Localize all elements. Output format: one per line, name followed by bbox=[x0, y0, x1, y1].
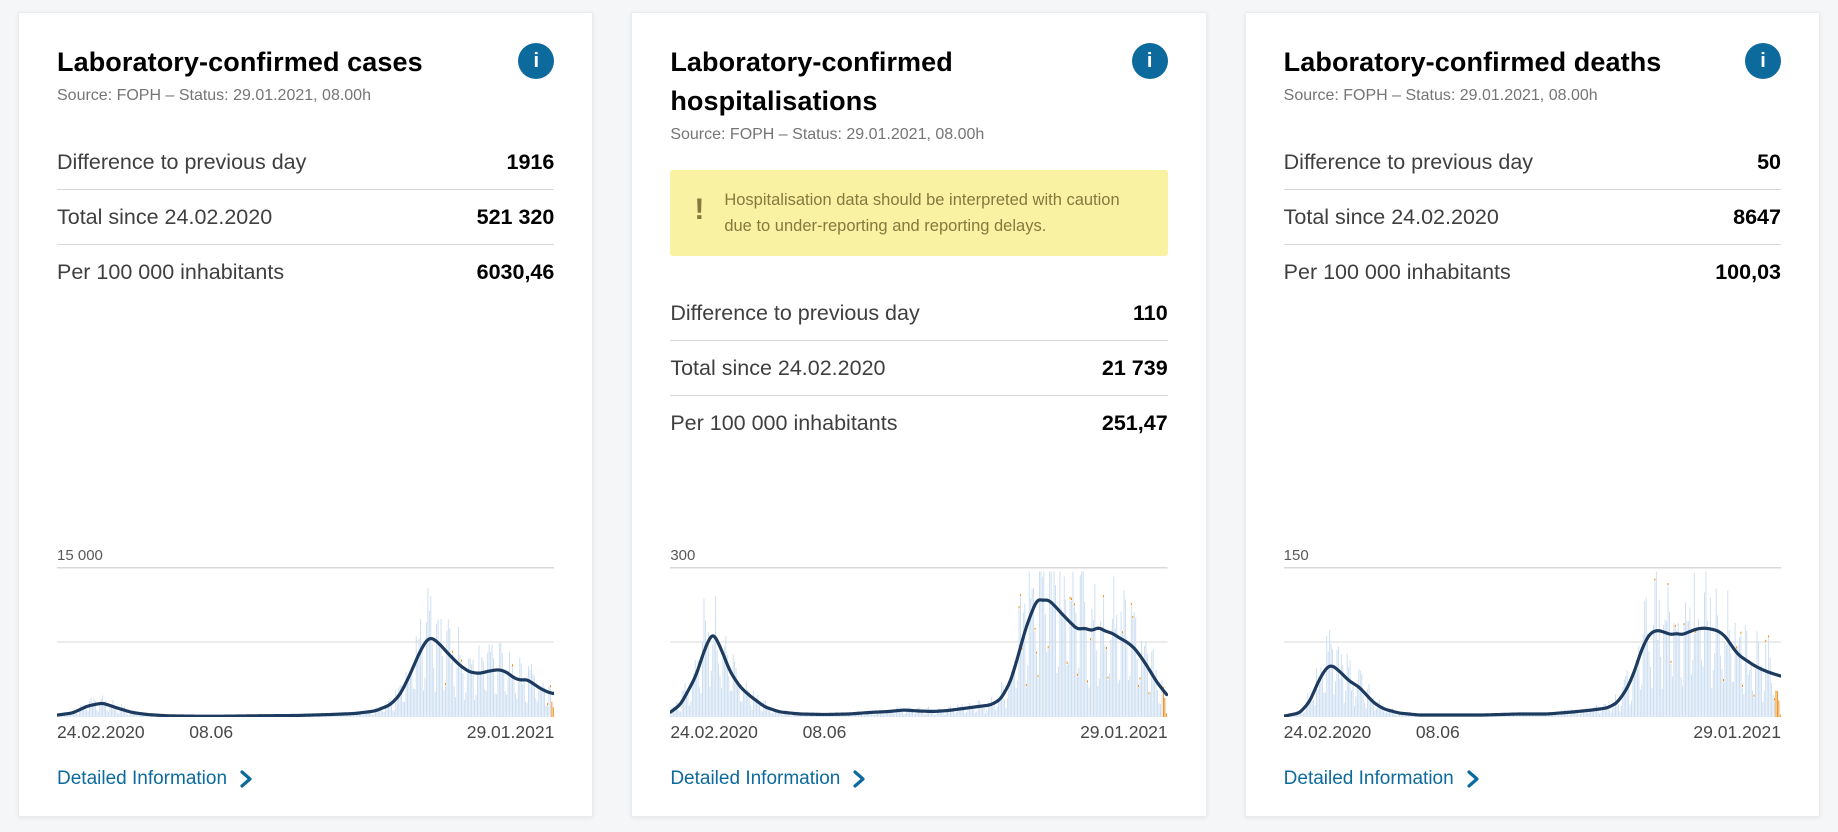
epi-curve-chart: 15 000 24.02.2020 08.06 29.01.2021 bbox=[57, 547, 554, 746]
table-row: Total since 24.02.2020 8647 bbox=[1284, 189, 1781, 244]
table-row: Total since 24.02.2020 521 320 bbox=[57, 189, 554, 244]
table-row: Total since 24.02.2020 21 739 bbox=[670, 340, 1167, 395]
x-tick-end: 29.01.2021 bbox=[1080, 722, 1168, 743]
card-header: Laboratory-confirmed cases i bbox=[57, 43, 554, 82]
info-icon-glyph: i bbox=[534, 50, 540, 73]
y-axis-max-label: 150 bbox=[1284, 547, 1781, 564]
row-label: Per 100 000 inhabitants bbox=[1284, 260, 1511, 285]
row-label: Difference to previous day bbox=[57, 150, 306, 175]
table-row: Per 100 000 inhabitants 6030,46 bbox=[57, 244, 554, 299]
chevron-right-icon bbox=[853, 770, 866, 788]
dashboard-page: Laboratory-confirmed cases i Source: FOP… bbox=[0, 0, 1838, 832]
info-icon[interactable]: i bbox=[1132, 43, 1168, 79]
row-label: Per 100 000 inhabitants bbox=[57, 260, 284, 285]
card-title: Laboratory-confirmed hospitalisations bbox=[670, 43, 1111, 121]
detailed-information-link[interactable]: Detailed Information bbox=[57, 768, 253, 790]
stat-table: Difference to previous day 50 Total sinc… bbox=[1284, 135, 1781, 299]
row-value: 110 bbox=[1133, 301, 1168, 326]
warning-banner: ! Hospitalisation data should be interpr… bbox=[670, 170, 1167, 256]
row-value: 21 739 bbox=[1102, 356, 1168, 381]
x-tick-start: 24.02.2020 bbox=[1284, 722, 1372, 743]
epi-curve-chart: 150 24.02.2020 08.06 29.01.2021 bbox=[1284, 547, 1781, 746]
table-row: Per 100 000 inhabitants 100,03 bbox=[1284, 244, 1781, 299]
chevron-right-icon bbox=[240, 770, 253, 788]
table-row: Difference to previous day 110 bbox=[670, 286, 1167, 340]
card-title: Laboratory-confirmed cases bbox=[57, 43, 423, 82]
source-status-line: Source: FOPH – Status: 29.01.2021, 08.00… bbox=[670, 126, 1167, 144]
table-row: Difference to previous day 50 bbox=[1284, 135, 1781, 189]
detailed-information-link[interactable]: Detailed Information bbox=[670, 768, 866, 790]
x-axis-labels: 24.02.2020 08.06 29.01.2021 bbox=[1284, 722, 1781, 746]
warning-text: Hospitalisation data should be interpret… bbox=[724, 187, 1147, 239]
row-value: 251,47 bbox=[1102, 411, 1168, 436]
row-value: 521 320 bbox=[477, 205, 555, 230]
card-header: Laboratory-confirmed hospitalisations i bbox=[670, 43, 1167, 121]
info-icon-glyph: i bbox=[1760, 50, 1766, 73]
x-tick-mid: 08.06 bbox=[189, 722, 233, 743]
row-value: 100,03 bbox=[1715, 260, 1781, 285]
detailed-information-label: Detailed Information bbox=[670, 768, 840, 790]
exclamation-icon: ! bbox=[694, 193, 704, 228]
source-status-line: Source: FOPH – Status: 29.01.2021, 08.00… bbox=[1284, 87, 1781, 105]
detailed-information-label: Detailed Information bbox=[1284, 768, 1454, 790]
x-tick-start: 24.02.2020 bbox=[57, 722, 145, 743]
detailed-information-label: Detailed Information bbox=[57, 768, 227, 790]
row-label: Per 100 000 inhabitants bbox=[670, 411, 897, 436]
stat-table: Difference to previous day 1916 Total si… bbox=[57, 135, 554, 299]
x-axis-labels: 24.02.2020 08.06 29.01.2021 bbox=[670, 722, 1167, 746]
chart-canvas bbox=[670, 567, 1167, 717]
x-axis-labels: 24.02.2020 08.06 29.01.2021 bbox=[57, 722, 554, 746]
table-row: Per 100 000 inhabitants 251,47 bbox=[670, 395, 1167, 450]
y-axis-max-label: 15 000 bbox=[57, 547, 554, 564]
card-title: Laboratory-confirmed deaths bbox=[1284, 43, 1662, 82]
detailed-information-link[interactable]: Detailed Information bbox=[1284, 768, 1480, 790]
info-icon-glyph: i bbox=[1147, 50, 1153, 73]
row-value: 50 bbox=[1757, 150, 1781, 175]
card-deaths: Laboratory-confirmed deaths i Source: FO… bbox=[1245, 12, 1820, 817]
table-row: Difference to previous day 1916 bbox=[57, 135, 554, 189]
card-hospitalisations: Laboratory-confirmed hospitalisations i … bbox=[631, 12, 1206, 817]
chart-canvas bbox=[1284, 567, 1781, 717]
source-status-line: Source: FOPH – Status: 29.01.2021, 08.00… bbox=[57, 87, 554, 105]
info-icon[interactable]: i bbox=[518, 43, 554, 79]
epi-curve-chart: 300 24.02.2020 08.06 29.01.2021 bbox=[670, 547, 1167, 746]
card-cases: Laboratory-confirmed cases i Source: FOP… bbox=[18, 12, 593, 817]
x-tick-mid: 08.06 bbox=[803, 722, 847, 743]
row-value: 6030,46 bbox=[477, 260, 555, 285]
chevron-right-icon bbox=[1467, 770, 1480, 788]
x-tick-end: 29.01.2021 bbox=[467, 722, 555, 743]
x-tick-start: 24.02.2020 bbox=[670, 722, 758, 743]
row-label: Total since 24.02.2020 bbox=[670, 356, 885, 381]
chart-canvas bbox=[57, 567, 554, 717]
row-label: Difference to previous day bbox=[670, 301, 919, 326]
x-tick-mid: 08.06 bbox=[1416, 722, 1460, 743]
row-label: Total since 24.02.2020 bbox=[57, 205, 272, 230]
y-axis-max-label: 300 bbox=[670, 547, 1167, 564]
row-value: 1916 bbox=[506, 150, 554, 175]
row-label: Total since 24.02.2020 bbox=[1284, 205, 1499, 230]
info-icon[interactable]: i bbox=[1745, 43, 1781, 79]
x-tick-end: 29.01.2021 bbox=[1693, 722, 1781, 743]
row-label: Difference to previous day bbox=[1284, 150, 1533, 175]
card-header: Laboratory-confirmed deaths i bbox=[1284, 43, 1781, 82]
row-value: 8647 bbox=[1733, 205, 1781, 230]
stat-table: Difference to previous day 110 Total sin… bbox=[670, 286, 1167, 450]
